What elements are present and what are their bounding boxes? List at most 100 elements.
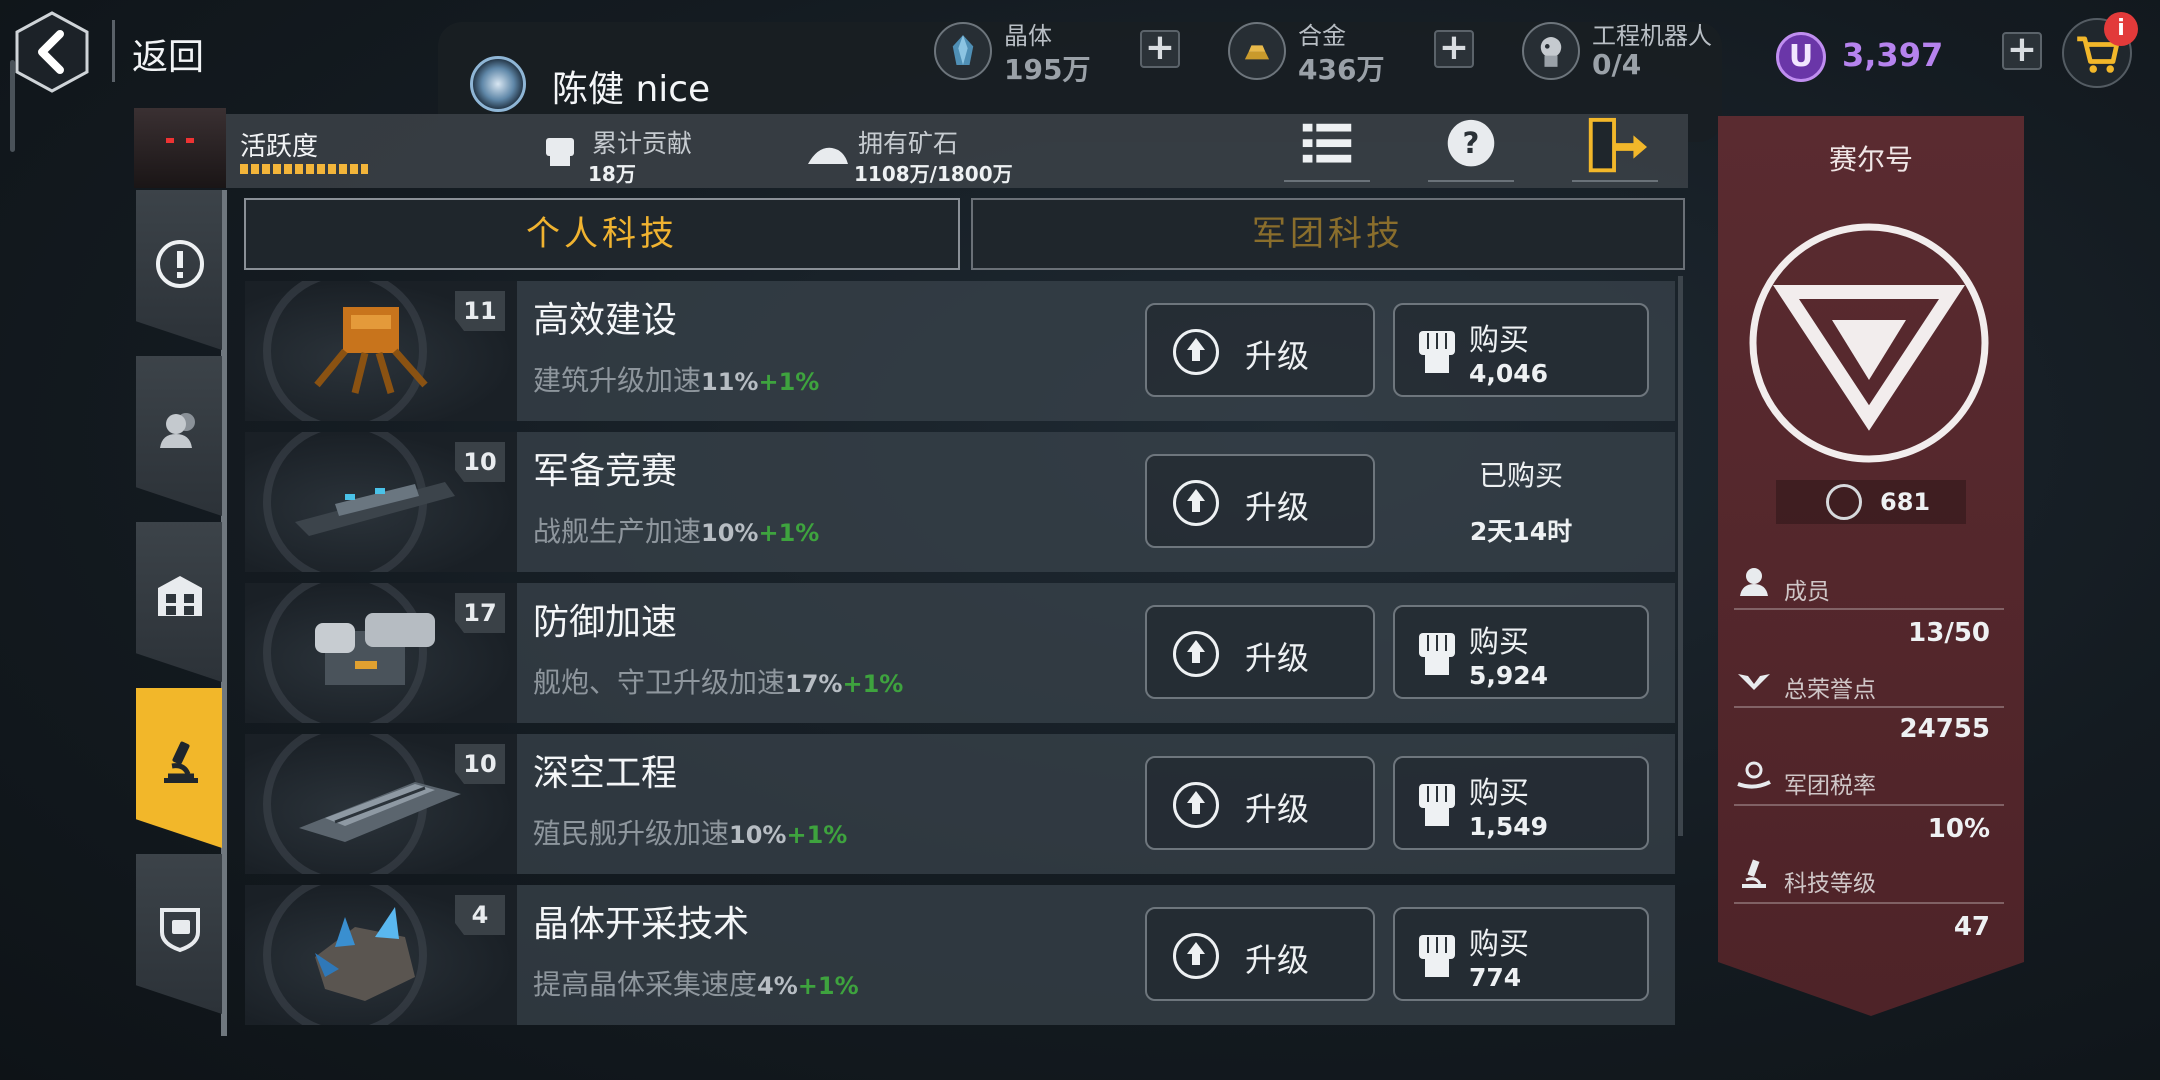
tab-legion-tech[interactable]: 军团科技: [971, 198, 1685, 270]
cart-notification-badge: i: [2104, 12, 2138, 46]
player-avatar[interactable]: [134, 108, 226, 188]
guild-stat-label: 科技等级: [1784, 871, 1876, 897]
tech-title: 深空工程: [533, 753, 678, 794]
exit-door-icon[interactable]: [1572, 116, 1658, 182]
crystal-icon: [934, 22, 992, 80]
contribution-label: 累计贡献: [592, 129, 693, 158]
crystal-ore-icon: [315, 907, 415, 1001]
guild-emblem-icon[interactable]: [1746, 220, 1992, 466]
tab-personal-tech[interactable]: 个人科技: [244, 198, 960, 270]
tech-level-badge: 11: [455, 291, 505, 331]
buy-button[interactable]: 购买 1,549: [1393, 756, 1649, 850]
reputation-icon: [1826, 484, 1862, 520]
upgrade-button[interactable]: 升级: [1145, 303, 1375, 397]
currency-value: 3,397: [1842, 36, 1944, 74]
resource-robot: 工程机器人 0/4: [1522, 16, 1742, 86]
tax-icon: [1737, 761, 1771, 789]
microscope-icon: [164, 741, 198, 783]
contribution-fist-icon: [546, 138, 574, 166]
notice-avatar: [470, 56, 526, 112]
mech-walker-icon: [314, 307, 428, 395]
guild-name: 赛尔号: [1828, 143, 1913, 176]
member-icon: [1740, 568, 1768, 596]
side-tab-buildings[interactable]: [136, 522, 222, 682]
tech-row: 11 高效建设 建筑升级加速11%+1% 升级 购买 4,046: [245, 281, 1675, 421]
guild-stat-value: 13/50: [1908, 618, 1990, 648]
add-crystal-button[interactable]: +: [1140, 30, 1180, 68]
side-tab-legion[interactable]: [136, 854, 222, 1014]
activity-progress-bar: [240, 164, 368, 174]
upgrade-arrow-icon: [1173, 329, 1219, 375]
guild-stat-divider: [1734, 608, 2004, 610]
alert-icon: [156, 240, 204, 288]
fist-icon: [1419, 784, 1455, 826]
alloy-icon: [1228, 22, 1286, 80]
add-currency-button[interactable]: +: [2002, 32, 2042, 70]
reputation-bar: [1776, 480, 1966, 524]
tech-description: 建筑升级加速11%+1%: [533, 364, 820, 397]
list-scrollbar[interactable]: [1678, 276, 1683, 836]
contribution-value: 18万: [588, 162, 636, 186]
ore-icon: [808, 147, 848, 164]
guild-stat-label: 军团税率: [1784, 773, 1876, 799]
tech-title: 防御加速: [533, 602, 678, 643]
side-tab-alerts[interactable]: [136, 190, 222, 350]
notice-text: 陈健 nice: [552, 69, 711, 110]
upgrade-arrow-icon: [1173, 933, 1219, 979]
turret-icon: [315, 613, 435, 685]
wings-icon: [1738, 674, 1770, 690]
guild-stat-label: 成员: [1784, 579, 1830, 605]
buy-button[interactable]: 购买 5,924: [1393, 605, 1649, 699]
currency-icon: U: [1776, 32, 1826, 82]
guild-stat-label: 总荣誉点: [1784, 677, 1876, 703]
back-label[interactable]: 返回: [132, 28, 204, 80]
tech-description: 战舰生产加速10%+1%: [533, 515, 820, 548]
resource-alloy: 合金 436万: [1228, 16, 1398, 86]
guild-stat-value: 47: [1953, 912, 1990, 942]
upgrade-arrow-icon: [1173, 631, 1219, 677]
tech-level-badge: 17: [455, 593, 505, 633]
ore-label: 拥有矿石: [858, 129, 959, 158]
tech-row: 17 防御加速 舰炮、守卫升级加速17%+1% 升级 购买 5,924: [245, 583, 1675, 723]
upgrade-button[interactable]: 升级: [1145, 907, 1375, 1001]
buy-button[interactable]: 购买 4,046: [1393, 303, 1649, 397]
tech-level-badge: 4: [455, 895, 505, 935]
purchased-status: 已购买 2天14时: [1393, 454, 1649, 548]
upgrade-button[interactable]: 升级: [1145, 454, 1375, 548]
tech-row: 10 深空工程 殖民舰升级加速10%+1% 升级 购买 1,549: [245, 734, 1675, 874]
tech-description: 殖民舰升级加速10%+1%: [533, 817, 848, 850]
side-tab-technology[interactable]: [136, 688, 222, 848]
back-button[interactable]: [14, 10, 90, 94]
upgrade-arrow-icon: [1173, 480, 1219, 526]
tech-title: 晶体开采技术: [533, 904, 750, 945]
members-icon: [160, 413, 195, 448]
upgrade-button[interactable]: 升级: [1145, 605, 1375, 699]
list-menu-button[interactable]: [1284, 116, 1370, 182]
tech-description: 舰炮、守卫升级加速17%+1%: [533, 666, 904, 699]
guild-stat-value: 24755: [1899, 714, 1990, 744]
battleship-icon: [295, 482, 455, 536]
guild-stat-divider: [1734, 902, 2004, 904]
side-tab-members[interactable]: [136, 356, 222, 516]
svg-text:?: ?: [1463, 126, 1480, 160]
building-icon: [158, 576, 202, 616]
upgrade-button[interactable]: 升级: [1145, 756, 1375, 850]
back-divider: [112, 20, 115, 82]
fist-icon: [1419, 935, 1455, 977]
tech-level-badge: 10: [455, 442, 505, 482]
buy-button[interactable]: 购买 774: [1393, 907, 1649, 1001]
colony-ship-icon: [299, 782, 461, 842]
add-alloy-button[interactable]: +: [1434, 30, 1474, 68]
guild-stat-value: 10%: [1927, 814, 1990, 844]
fist-icon: [1419, 331, 1455, 373]
guild-stat-divider: [1734, 706, 2004, 708]
tech-level-badge: 10: [455, 744, 505, 784]
tech-description: 提高晶体采集速度4%+1%: [533, 968, 859, 1001]
tech-row: 10 军备竞赛 战舰生产加速10%+1% 升级 已购买 2天14时: [245, 432, 1675, 572]
help-button[interactable]: ?: [1428, 116, 1514, 182]
purchased-label: 已购买: [1478, 459, 1563, 492]
upgrade-arrow-icon: [1173, 782, 1219, 828]
ore-value: 1108万/1800万: [854, 162, 1013, 186]
activity-label: 活跃度: [240, 132, 319, 162]
guild-stat-divider: [1734, 804, 2004, 806]
